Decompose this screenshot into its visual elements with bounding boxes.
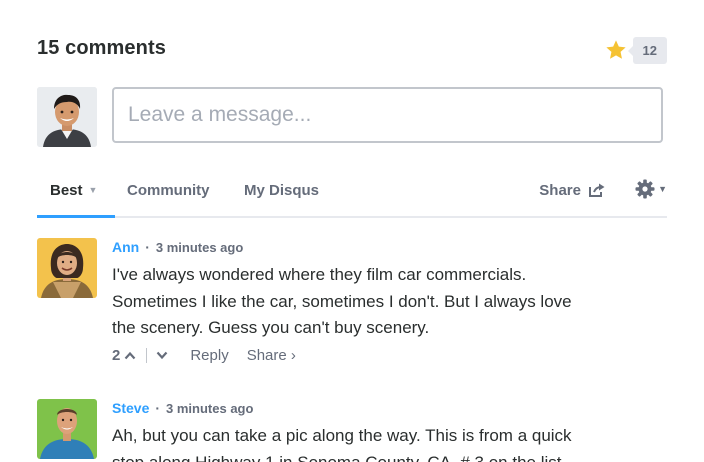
comment-body: Ann · 3 minutes ago I've always wondered w… [112, 238, 662, 366]
meta-separator: · [145, 239, 150, 255]
comment-meta: Steve · 3 minutes ago [112, 399, 662, 417]
comments-header: 15 comments 12 [37, 34, 667, 66]
share-button[interactable]: Share [539, 182, 605, 199]
comment-timestamp[interactable]: 3 minutes ago [166, 401, 253, 416]
sort-nav: Best ▼ Community My Disqus Share ▼ [37, 172, 667, 218]
share-label: Share [539, 182, 581, 199]
comment-text-line: stop along Highway 1 in Sonoma County, C… [112, 452, 562, 462]
comment-text-line: Ah, but you can take a pic along the way… [112, 426, 572, 445]
comment-text-line: I've always wondered where they film car… [112, 265, 527, 284]
comment-avatar[interactable] [37, 399, 97, 459]
tab-community[interactable]: Community [127, 182, 210, 199]
tab-my-disqus[interactable]: My Disqus [244, 182, 319, 199]
favorite-button[interactable]: 12 [605, 36, 667, 64]
comment-timestamp[interactable]: 3 minutes ago [156, 240, 243, 255]
comment-text: Ah, but you can take a pic along the way… [112, 423, 662, 462]
comment-author[interactable]: Ann [112, 239, 139, 255]
comment-text: I've always wondered where they film car… [112, 262, 662, 342]
comments-widget: 15 comments 12 Leave a message... Best ▼… [0, 0, 704, 462]
comment-actions: 2 Reply Share › [112, 346, 662, 366]
gear-icon [635, 179, 655, 199]
vote-count: 2 [112, 347, 121, 364]
comment-avatar[interactable] [37, 238, 97, 298]
settings-button[interactable]: ▼ [635, 179, 667, 199]
meta-separator: · [155, 400, 161, 416]
favorite-count: 12 [627, 36, 667, 64]
comment-text-line: the scenery. Guess you can't buy scenery… [112, 318, 430, 337]
comment-item: Ann · 3 minutes ago I've always wondered w… [37, 238, 667, 368]
comment-meta: Ann · 3 minutes ago [112, 238, 662, 256]
comment-composer [37, 87, 667, 147]
comment-author[interactable]: Steve [112, 400, 149, 416]
tab-best-label: Best [50, 182, 83, 199]
comment-body: Steve · 3 minutes ago Ah, but you can take… [112, 399, 662, 462]
active-tab-indicator [37, 215, 115, 218]
star-icon[interactable] [605, 39, 627, 61]
share-icon [589, 183, 605, 197]
comment-count: 15 comments [37, 37, 166, 59]
user-avatar [37, 87, 97, 147]
share-link[interactable]: Share › [247, 347, 296, 364]
tab-best[interactable]: Best ▼ [50, 182, 97, 199]
upvote-button[interactable] [124, 351, 136, 360]
comment-text-line: Sometimes I like the car, sometimes I do… [112, 291, 572, 311]
message-input[interactable] [112, 87, 663, 143]
downvote-button[interactable] [156, 351, 168, 360]
chevron-up-icon [125, 351, 136, 360]
reply-link[interactable]: Reply [190, 347, 228, 364]
comment-item: Steve · 3 minutes ago Ah, but you can take… [37, 399, 667, 462]
caret-down-icon: ▼ [658, 184, 667, 194]
caret-down-icon: ▼ [88, 185, 98, 195]
vote-divider [146, 348, 148, 363]
chevron-down-icon [157, 351, 168, 360]
